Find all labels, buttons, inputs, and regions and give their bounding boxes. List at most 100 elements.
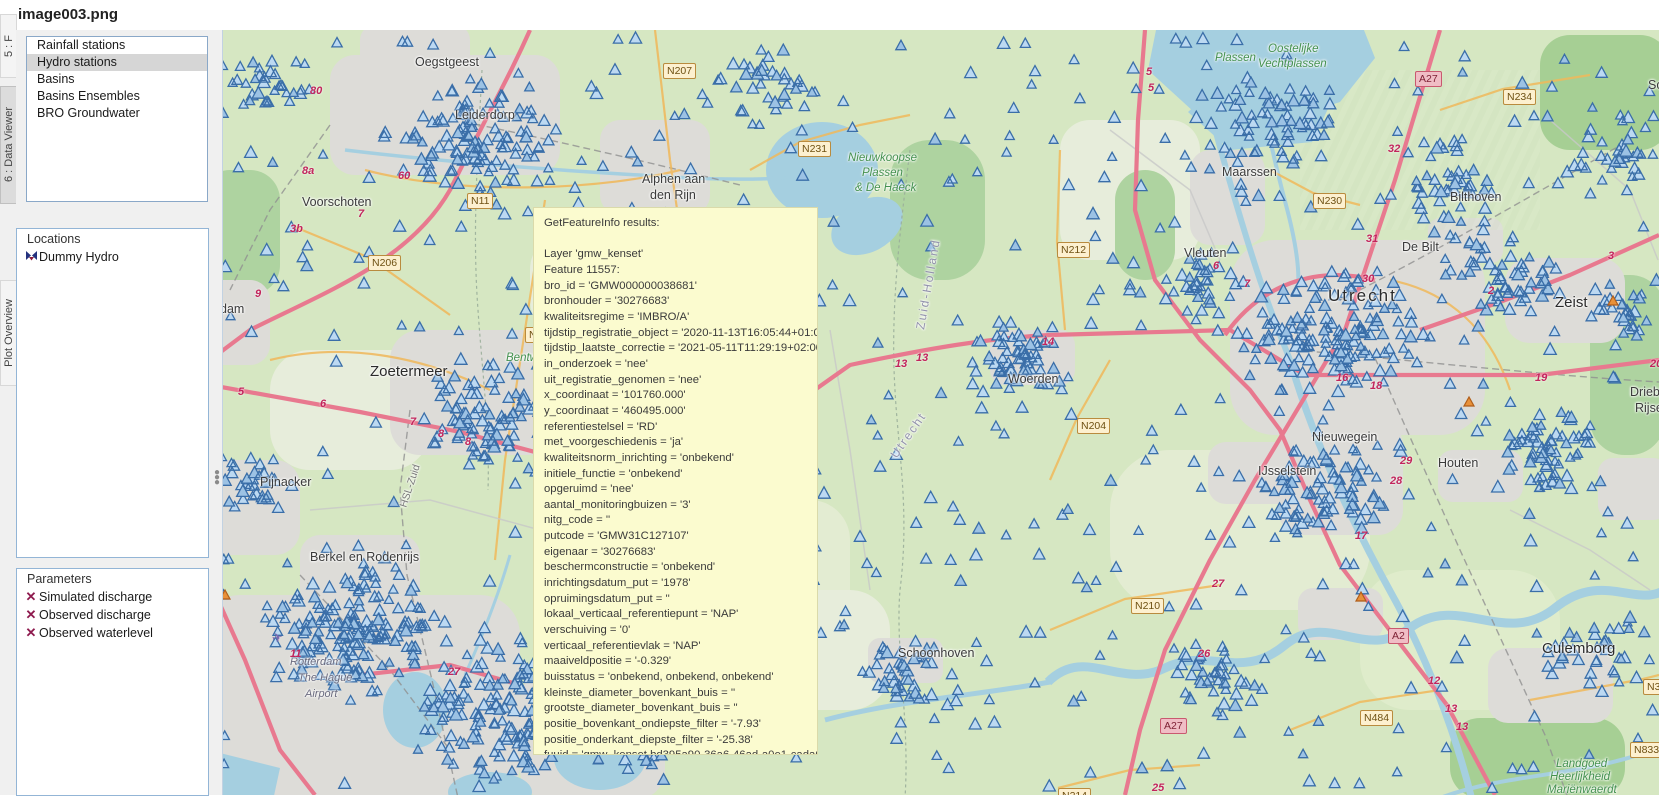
- motorway-exit-number: 13: [895, 358, 907, 370]
- place-label-airport: Airport: [305, 688, 337, 700]
- tooltip-line: putcode = 'GMW31C127107': [544, 529, 817, 545]
- motorway-exit-number: 80: [310, 85, 322, 97]
- motorway-exit-number: 13: [1445, 703, 1457, 715]
- layer-item-basins-ensembles[interactable]: Basins Ensembles: [27, 88, 207, 105]
- tooltip-line: kwaliteitsnorm_inrichting = 'onbekend': [544, 451, 817, 467]
- road-badge-n320: N320: [1643, 679, 1659, 695]
- tooltip-line: Feature 11557:: [544, 263, 817, 279]
- tooltip-line: tijdstip_laatste_correctie = '2021-05-11…: [544, 341, 817, 357]
- place-label-de-bilt: De Bilt: [1402, 240, 1439, 254]
- parameter-item-simulated-discharge[interactable]: ✕Simulated discharge: [17, 588, 208, 606]
- motorway-exit-number: 3b: [290, 223, 303, 235]
- motorway-exit-number: 19: [1535, 372, 1547, 384]
- tooltip-line: in_onderzoek = 'nee': [544, 357, 817, 373]
- tooltip-line: initiele_functie = 'onbekend': [544, 467, 817, 483]
- place-label-bilthoven: Bilthoven: [1450, 190, 1501, 204]
- motorway-exit-number: 8: [438, 428, 444, 440]
- tooltip-line: referentiestelsel = 'RD': [544, 420, 817, 436]
- place-label-schoonhoven: Schoonhoven: [898, 646, 974, 660]
- location-item-dummy-hydro[interactable]: Dummy Hydro: [17, 248, 208, 266]
- splitter-grip-icon[interactable]: ●●●: [214, 470, 220, 485]
- motorway-exit-number: 3: [1608, 250, 1614, 262]
- motorway-exit-number: 27: [1212, 578, 1224, 590]
- place-label-driebergen-: Driebergen-: [1630, 385, 1659, 399]
- side-tab-plot-overview[interactable]: Plot Overview: [0, 280, 17, 386]
- tooltip-line: positie_onderkant_diepste_filter = '-25.…: [544, 733, 817, 749]
- tooltip-line: opruimingsdatum_put = '': [544, 592, 817, 608]
- place-label-zoetermeer: Zoetermeer: [370, 363, 448, 380]
- layers-list[interactable]: Rainfall stationsHydro stationsBasinsBas…: [26, 36, 208, 202]
- motorway-exit-number: 20: [1650, 358, 1659, 370]
- tooltip-line: kwaliteitsregime = 'IMBRO/A': [544, 310, 817, 326]
- locations-header: Locations: [17, 229, 208, 248]
- layer-item-hydro-stations[interactable]: Hydro stations: [27, 54, 207, 71]
- motorway-exit-number: 12: [1428, 675, 1440, 687]
- tooltip-line: positie_bovenkant_ondiepste_filter = '-7…: [544, 717, 817, 733]
- groundwater-marker-set-dark[interactable]: [210, 40, 1659, 784]
- motorway-exit-number: 5: [1148, 82, 1154, 94]
- nature-label-oostelijke: Oostelijke: [1268, 43, 1319, 55]
- motorway-exit-number: 18: [1370, 380, 1382, 392]
- parameter-item-label: Simulated discharge: [39, 590, 152, 604]
- tooltip-line: maaiveldpositie = '-0.329': [544, 654, 817, 670]
- place-label-culemborg: Culemborg: [1542, 640, 1615, 657]
- parameter-item-observed-discharge[interactable]: ✕Observed discharge: [17, 606, 208, 624]
- side-tab-label: Plot Overview: [3, 299, 15, 367]
- nature-label-vechtplassen: Vechtplassen: [1258, 58, 1327, 70]
- place-label-houten: Houten: [1438, 456, 1478, 470]
- layer-item-basins[interactable]: Basins: [27, 71, 207, 88]
- tooltip-line: tijdstip_registratie_object = '2020-11-1…: [544, 326, 817, 342]
- left-panel: Rainfall stationsHydro stationsBasinsBas…: [16, 30, 210, 795]
- place-label-the-hague: The Hague: [298, 672, 352, 684]
- place-label-nieuwegein: Nieuwegein: [1312, 430, 1377, 444]
- parameter-item-observed-waterlevel[interactable]: ✕Observed waterlevel: [17, 624, 208, 642]
- side-tab-6-data-viewer[interactable]: 6 : Data Viewer: [0, 86, 17, 204]
- parameters-panel: Parameters ✕Simulated discharge✕Observed…: [16, 568, 209, 796]
- place-label-oegstgeest: Oegstgeest: [415, 55, 479, 69]
- road-badge-n204: N204: [1077, 418, 1110, 434]
- map-canvas[interactable]: OegstgeestLeiderdorpVoorschotenAlphen aa…: [210, 30, 1659, 795]
- motorway-exit-number: 25: [1152, 782, 1164, 794]
- tooltip-line: y_coordinaat = '460495.000': [544, 404, 817, 420]
- motorway-exit-number: 14: [1042, 336, 1054, 348]
- motorway-exit-number: 11: [290, 648, 301, 660]
- nature-label--de-haeck: & De Haeck: [855, 182, 916, 194]
- side-tab-label: 5 : F: [3, 35, 15, 57]
- nature-label-heerlijkheid: Heerlijkheid: [1550, 771, 1610, 783]
- side-tab-5-f[interactable]: 5 : F: [0, 14, 17, 78]
- layer-item-rainfall-stations[interactable]: Rainfall stations: [27, 37, 207, 54]
- motorway-exit-number: 2: [1488, 285, 1494, 297]
- motorway-exit-number: 26: [1198, 648, 1210, 660]
- location-flag-icon: [23, 250, 39, 265]
- tooltip-line: nitg_code = '': [544, 513, 817, 529]
- road-badge-a27: A27: [1415, 71, 1442, 87]
- motorway-exit-number: 32: [1388, 143, 1400, 155]
- parameter-item-label: Observed discharge: [39, 608, 151, 622]
- place-label-dam: dam: [220, 302, 244, 316]
- road-badge-n11: N11: [467, 193, 493, 209]
- place-label-rijsenburg: Rijsenburg: [1635, 401, 1659, 415]
- place-label-ijsselstein: IJsselstein: [1258, 464, 1316, 478]
- parameters-header: Parameters: [17, 569, 208, 588]
- motorway-exit-number: 17: [1355, 530, 1367, 542]
- layer-item-bro-groundwater[interactable]: BRO Groundwater: [27, 105, 207, 122]
- motorway-exit-number: 60: [398, 170, 410, 182]
- motorway-exit-number: 7: [410, 416, 416, 428]
- groundwater-markers-layer[interactable]: [210, 30, 1659, 795]
- window-titlebar: image003.png: [0, 0, 1659, 30]
- road-badge-n210: N210: [1131, 598, 1164, 614]
- tooltip-line: grootste_diameter_bovenkant_buis = '': [544, 701, 817, 717]
- motorway-exit-number: 16: [1336, 372, 1348, 384]
- x-marker-icon: ✕: [23, 625, 39, 641]
- tooltip-line: bronhouder = '30276683': [544, 294, 817, 310]
- orange-station-marker[interactable]: [1464, 397, 1474, 406]
- parameter-item-label: Observed waterlevel: [39, 626, 153, 640]
- road-badge-a27: A27: [1160, 718, 1187, 734]
- motorway-exit-number: 31: [1366, 233, 1378, 245]
- motorway-exit-number: 8a: [302, 165, 314, 177]
- panel-map-splitter[interactable]: [210, 30, 223, 795]
- place-label-den-rijn: den Rijn: [650, 188, 696, 202]
- road-badge-n234: N234: [1503, 89, 1536, 105]
- tooltip-line: lokaal_verticaal_referentiepunt = 'NAP': [544, 607, 817, 623]
- road-badge-a2: A2: [1388, 628, 1409, 644]
